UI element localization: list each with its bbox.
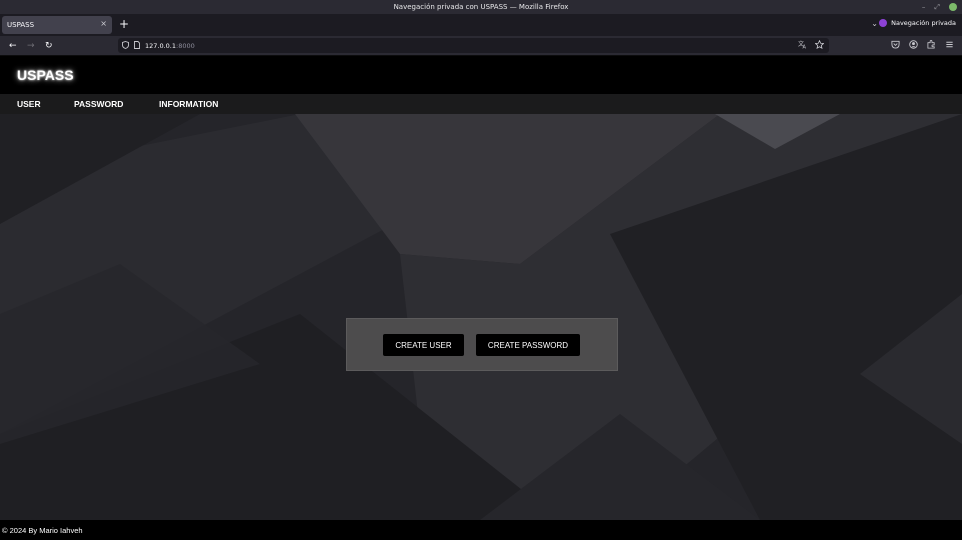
menu-item-information[interactable]: INFORMATION xyxy=(159,99,218,109)
extensions-icon[interactable] xyxy=(927,40,936,51)
minimize-button[interactable]: – xyxy=(922,2,926,12)
menu-item-password[interactable]: PASSWORD xyxy=(74,99,123,109)
url-actions: 文A xyxy=(798,39,825,51)
window-title: Navegación privada con USPASS — Mozilla … xyxy=(393,3,569,11)
page-icon[interactable] xyxy=(134,40,140,51)
svg-text:A: A xyxy=(803,45,807,50)
navigation-toolbar: ← → ↻ 127.0.0.1:8000 文A xyxy=(0,36,962,56)
tab-close-icon[interactable]: × xyxy=(100,19,107,28)
shield-icon[interactable] xyxy=(122,40,129,51)
close-window-button[interactable] xyxy=(949,3,957,11)
private-mask-icon xyxy=(879,19,888,27)
url-host: 127.0.0.1 xyxy=(145,41,177,50)
private-browsing-indicator: Navegación privada xyxy=(879,19,956,27)
hamburger-menu-icon[interactable] xyxy=(945,40,954,51)
account-icon[interactable] xyxy=(909,40,918,51)
hero-background: CREATE USER CREATE PASSWORD xyxy=(0,114,962,520)
private-browsing-label: Navegación privada xyxy=(891,19,956,27)
url-text[interactable]: 127.0.0.1:8000 xyxy=(145,42,195,50)
geometric-background xyxy=(0,114,962,520)
window-controls: – ⤢ xyxy=(922,2,957,12)
translate-icon[interactable]: 文A xyxy=(798,40,807,51)
main-menu: USER PASSWORD INFORMATION xyxy=(0,94,962,114)
footer-copyright: © 2024 By Mario Iahveh xyxy=(2,525,83,535)
url-port: :8000 xyxy=(176,41,195,50)
reload-button[interactable]: ↻ xyxy=(45,40,53,52)
back-button[interactable]: ← xyxy=(9,40,17,52)
new-tab-button[interactable]: + xyxy=(119,17,129,31)
forward-button[interactable]: → xyxy=(27,40,35,52)
create-password-button[interactable]: CREATE PASSWORD xyxy=(476,334,580,356)
url-bar[interactable]: 127.0.0.1:8000 文A xyxy=(118,38,829,53)
menu-item-user[interactable]: USER xyxy=(17,99,41,109)
window-titlebar: Navegación privada con USPASS — Mozilla … xyxy=(0,0,962,14)
web-page: USPASS USER PASSWORD INFORMATION CREATE … xyxy=(0,56,962,540)
star-icon[interactable] xyxy=(814,39,825,51)
site-logo[interactable]: USPASS xyxy=(17,67,74,83)
pocket-icon[interactable] xyxy=(891,40,900,51)
toolbar-actions xyxy=(891,40,954,51)
site-footer: © 2024 By Mario Iahveh xyxy=(0,520,962,540)
maximize-button[interactable]: ⤢ xyxy=(934,2,940,12)
site-header: USPASS xyxy=(0,56,962,94)
tab-title: USPASS xyxy=(7,21,35,29)
action-panel: CREATE USER CREATE PASSWORD xyxy=(346,318,618,371)
tab-bar: USPASS × + ⌄ Navegación privada xyxy=(0,14,962,36)
create-user-button[interactable]: CREATE USER xyxy=(383,334,464,356)
tab-list-chevron-icon[interactable]: ⌄ xyxy=(871,19,878,28)
tab-uspass[interactable]: USPASS × xyxy=(2,16,112,34)
